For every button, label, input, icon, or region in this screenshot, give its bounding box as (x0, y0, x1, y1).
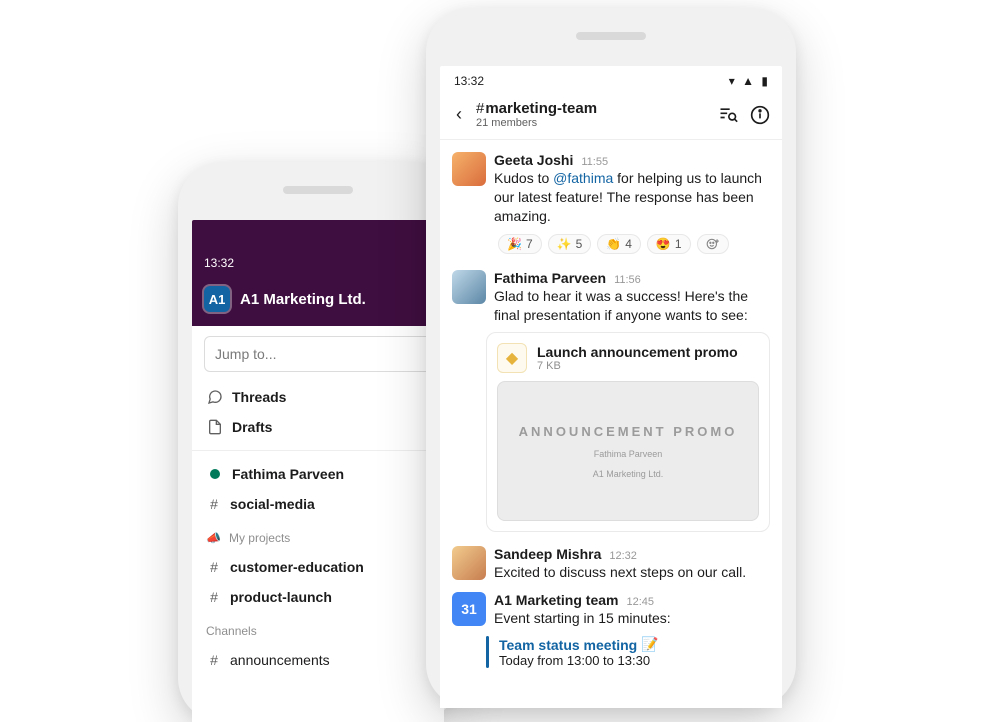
event-time: Today from 13:00 to 13:30 (499, 653, 659, 668)
message-fathima: Fathima Parveen 11:56 Glad to hear it wa… (440, 262, 782, 327)
channel-title[interactable]: #marketing-team (476, 100, 708, 117)
wifi-icon: ▾ (729, 74, 735, 88)
author-name[interactable]: Fathima Parveen (494, 270, 606, 286)
channel-header: ‹ #marketing-team 21 members (440, 92, 782, 140)
workspace-name: A1 Marketing Ltd. (240, 291, 366, 308)
drafts-item[interactable]: Drafts (192, 412, 444, 442)
phone-sidebar: 13:32 A1 A1 Marketing Ltd. Jump to... Th… (178, 162, 458, 722)
search-placeholder: Jump to... (215, 346, 276, 362)
dm-name: Fathima Parveen (232, 466, 344, 482)
divider (192, 450, 444, 451)
channel-members: 21 members (476, 117, 708, 129)
reaction-chip[interactable]: 🎉7 (498, 234, 542, 254)
reaction-chip[interactable]: ✨5 (548, 234, 592, 254)
channel-customer-education[interactable]: # customer-education (192, 552, 444, 582)
battery-icon: ▮ (761, 74, 768, 88)
workspace-badge: A1 (204, 286, 230, 312)
attachment-size: 7 KB (537, 360, 738, 372)
file-attachment-card[interactable]: ◆ Launch announcement promo 7 KB ANNOUNC… (486, 332, 770, 532)
message-text: Kudos to @fathima for helping us to laun… (494, 169, 770, 226)
threads-label: Threads (232, 389, 286, 405)
slide-preview: ANNOUNCEMENT PROMO Fathima Parveen A1 Ma… (497, 381, 759, 521)
signal-icon: ▲ (742, 74, 754, 88)
event-lead: Event starting in 15 minutes: (494, 609, 770, 628)
section-my-projects: 📣 My projects (192, 519, 444, 552)
threads-icon (206, 389, 224, 405)
avatar[interactable] (452, 152, 486, 186)
avatar[interactable] (452, 270, 486, 304)
info-icon[interactable] (750, 105, 770, 125)
hash-icon: # (206, 496, 222, 512)
status-time: 13:32 (204, 256, 234, 270)
reactions-row: 🎉7 ✨5 👏4 😍1 (486, 234, 782, 260)
megaphone-icon: 📣 (206, 531, 221, 545)
message-text: Excited to discuss next steps on our cal… (494, 563, 770, 582)
drafts-label: Drafts (232, 419, 272, 435)
channel-product-launch[interactable]: # product-launch (192, 582, 444, 612)
hash-icon: # (206, 652, 222, 668)
reaction-chip[interactable]: 😍1 (647, 234, 691, 254)
slide-title: ANNOUNCEMENT PROMO (519, 424, 738, 439)
timestamp: 11:55 (581, 156, 608, 168)
statusbar: 13:32 ▾ ▲ ▮ (440, 66, 782, 92)
channel-social-media[interactable]: # social-media (192, 489, 444, 519)
calendar-event-message: 31 A1 Marketing team 12:45 Event startin… (440, 584, 782, 630)
calendar-icon: 31 (452, 592, 486, 626)
avatar[interactable] (452, 546, 486, 580)
presence-icon (206, 469, 224, 479)
timestamp: 11:56 (614, 274, 641, 286)
message-geeta: Geeta Joshi 11:55 Kudos to @fathima for … (440, 144, 782, 228)
filter-search-icon[interactable] (718, 105, 738, 125)
hash-icon: # (206, 589, 222, 605)
event-accent (486, 636, 489, 668)
timestamp: 12:45 (626, 596, 654, 608)
channel-label: product-launch (230, 589, 332, 605)
author-name[interactable]: Sandeep Mishra (494, 546, 601, 562)
status-time: 13:32 (454, 74, 484, 88)
timestamp: 12:32 (609, 550, 637, 562)
hash-icon: # (206, 559, 222, 575)
memo-emoji-icon: 📝 (641, 636, 658, 653)
slide-author: Fathima Parveen (594, 449, 663, 459)
phone-chat: 13:32 ▾ ▲ ▮ ‹ #marketing-team 21 members (426, 8, 796, 708)
threads-item[interactable]: Threads (192, 382, 444, 412)
workspace-bar[interactable]: A1 A1 Marketing Ltd. (192, 276, 444, 326)
statusbar: 13:32 (192, 220, 444, 276)
jump-to-search[interactable]: Jump to... (204, 336, 432, 372)
channel-label: customer-education (230, 559, 364, 575)
author-name[interactable]: Geeta Joshi (494, 152, 573, 168)
channel-announcements[interactable]: # announcements (192, 645, 444, 675)
hash-icon: # (476, 100, 484, 117)
mention-fathima[interactable]: @fathima (553, 170, 613, 186)
reaction-chip[interactable]: 👏4 (597, 234, 641, 254)
channel-label: announcements (230, 652, 330, 668)
section-channels: Channels (192, 612, 444, 645)
message-text: Glad to hear it was a success! Here's th… (494, 287, 770, 325)
message-sandeep: Sandeep Mishra 12:32 Excited to discuss … (440, 538, 782, 584)
dm-fathima[interactable]: Fathima Parveen (192, 459, 444, 489)
event-title-link[interactable]: Team status meeting 📝 (499, 636, 659, 653)
back-button[interactable]: ‹ (452, 102, 466, 127)
attachment-title: Launch announcement promo (537, 344, 738, 360)
google-drive-icon: ◆ (497, 343, 527, 373)
slide-company: A1 Marketing Ltd. (593, 469, 664, 479)
channel-label: social-media (230, 496, 315, 512)
drafts-icon (206, 419, 224, 435)
add-reaction-button[interactable] (697, 234, 729, 254)
app-name[interactable]: A1 Marketing team (494, 592, 618, 608)
